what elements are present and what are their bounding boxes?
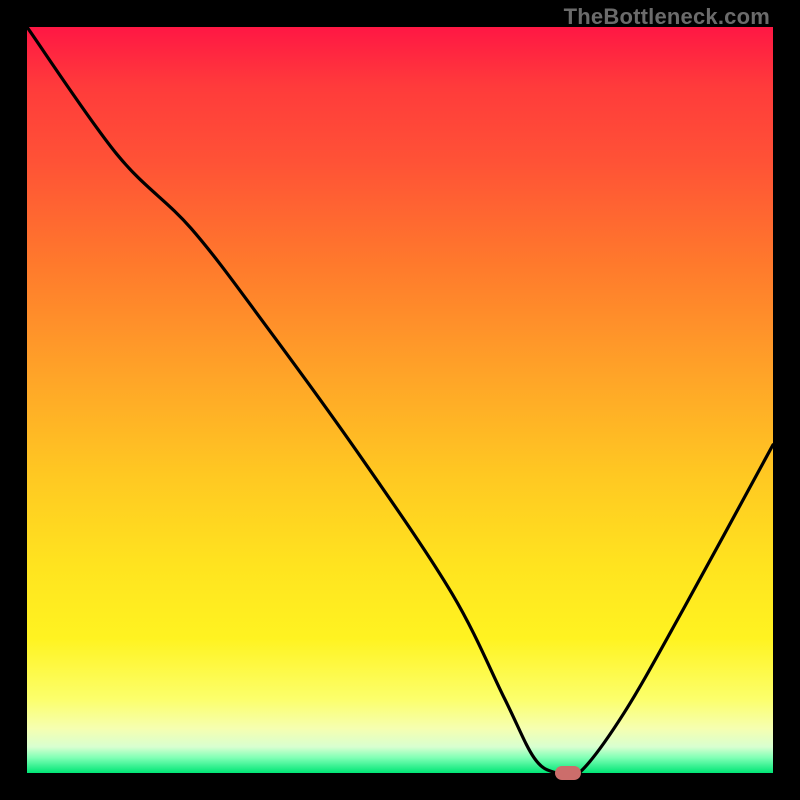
chart-frame: TheBottleneck.com bbox=[0, 0, 800, 800]
curve-layer bbox=[27, 27, 773, 773]
plot-area bbox=[27, 27, 773, 773]
minimum-marker bbox=[555, 766, 581, 780]
curve-path bbox=[27, 27, 773, 773]
